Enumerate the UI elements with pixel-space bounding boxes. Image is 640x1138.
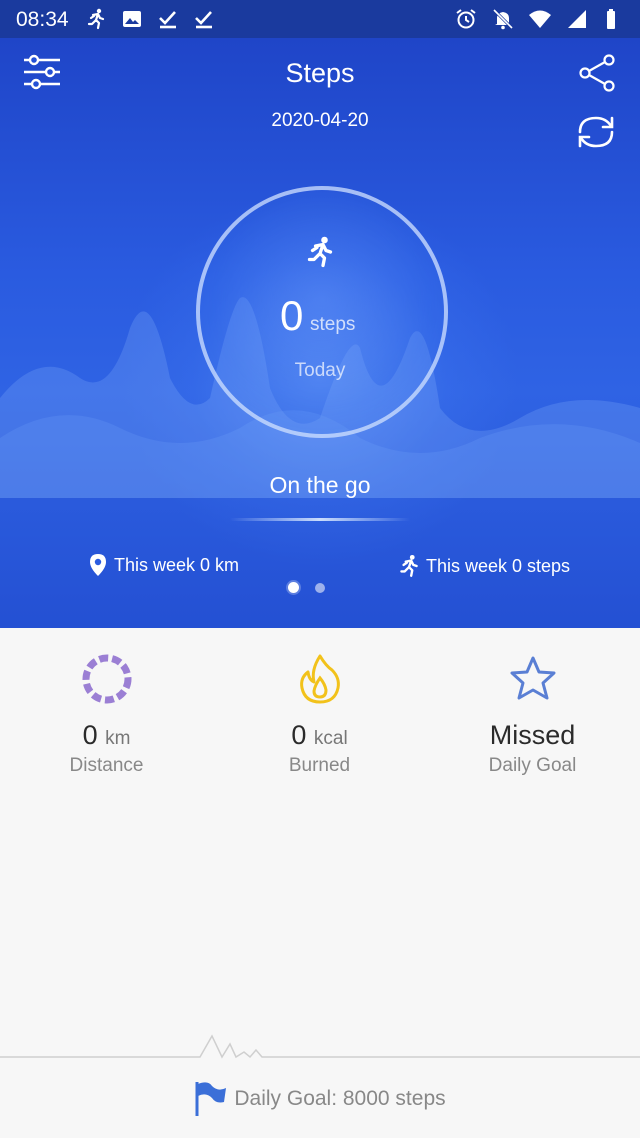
stat-calories-label: Burned (288, 755, 351, 776)
week-steps: This week 0 steps (396, 553, 570, 579)
page-title: Steps (285, 58, 355, 88)
mode-underline (230, 518, 410, 521)
running-icon (87, 8, 105, 30)
page-dot[interactable] (315, 582, 325, 593)
week-steps-label: This week 0 steps (426, 555, 571, 576)
stat-calories-unit: kcal (313, 728, 348, 749)
stat-distance[interactable]: 0 km Distance (0, 628, 213, 777)
signal-icon (568, 10, 586, 28)
check-icon (159, 11, 176, 29)
week-distance-label: This week 0 km (114, 554, 240, 575)
steps-unit: steps (310, 314, 356, 335)
check-icon (195, 11, 212, 29)
stats-row: 0 km Distance 0 kcal Burned Missed Daily… (0, 628, 640, 808)
location-pin-icon (90, 554, 106, 576)
running-icon (307, 236, 333, 268)
page-date: 2020-04-20 (271, 110, 369, 131)
stat-distance-label: Distance (69, 755, 144, 776)
battery-icon (607, 9, 615, 29)
wifi-icon (529, 10, 551, 28)
activity-mode-label[interactable]: On the go (0, 472, 640, 499)
stat-goal[interactable]: Missed Daily Goal (426, 628, 639, 777)
stat-distance-unit: km (105, 728, 131, 749)
status-bar: 08:34 (0, 0, 640, 38)
stat-calories[interactable]: 0 kcal Burned (213, 628, 426, 777)
steps-hero: Steps 2020-04-20 0 steps Today On the go… (0, 38, 640, 628)
page-indicator[interactable] (288, 582, 325, 593)
daily-goal-footer[interactable]: Daily Goal: 8000 steps (0, 1080, 640, 1118)
daily-goal-text: Daily Goal: 8000 steps (234, 1087, 446, 1110)
page-dot-active[interactable] (288, 582, 299, 593)
steps-value: 0 (280, 292, 304, 339)
progress-ring[interactable] (196, 186, 448, 438)
sync-button[interactable] (572, 110, 620, 154)
sync-icon (578, 116, 614, 148)
status-time: 08:34 (16, 8, 69, 31)
stat-goal-label: Daily Goal (488, 755, 577, 776)
stat-distance-value: 0 (82, 720, 98, 750)
week-distance: This week 0 km (88, 553, 239, 577)
running-icon (400, 554, 418, 577)
flag-icon (195, 1082, 227, 1116)
steps-period: Today (294, 360, 346, 381)
stat-goal-value: Missed (489, 720, 576, 750)
alarm-icon (456, 9, 476, 29)
activity-sparkline (0, 1034, 640, 1059)
star-icon (510, 656, 555, 700)
share-icon (579, 54, 615, 92)
bell-off-icon (492, 8, 514, 30)
share-button[interactable] (578, 54, 616, 92)
image-icon (123, 11, 141, 27)
stat-calories-value: 0 (291, 720, 307, 750)
donut-icon (82, 654, 131, 704)
flame-icon (299, 654, 340, 704)
